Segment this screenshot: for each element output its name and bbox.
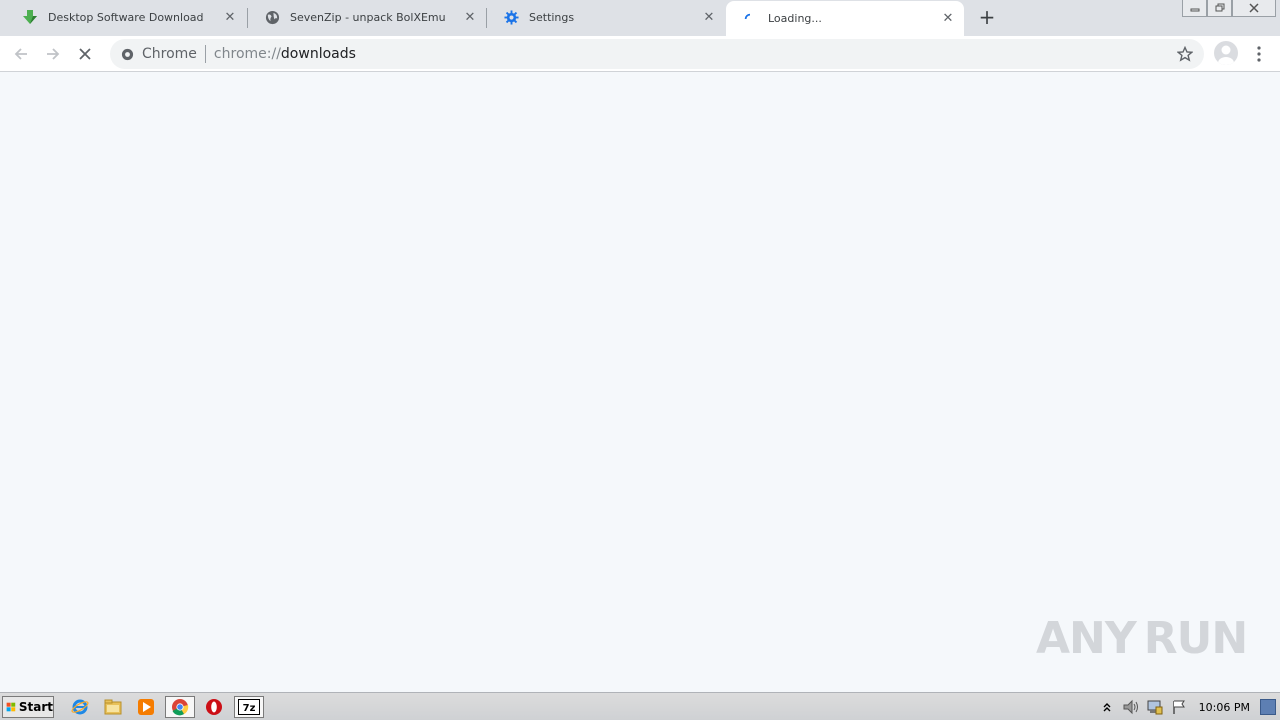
anyrun-watermark: ANY RUN	[1036, 604, 1248, 672]
url-scheme: chrome://	[213, 46, 281, 62]
close-icon[interactable]: ✕	[462, 9, 478, 25]
forward-button[interactable]	[40, 41, 66, 67]
start-button[interactable]: Start	[2, 696, 54, 718]
system-tray: 10:06 PM	[1097, 693, 1280, 720]
tab-desktop-software-download[interactable]: Desktop Software Download ✕	[6, 0, 246, 34]
close-icon[interactable]: ✕	[940, 11, 956, 27]
taskbar: Start 7z 10:06 PM	[0, 692, 1280, 720]
loading-spinner-icon	[742, 11, 758, 27]
chrome-icon[interactable]	[165, 696, 195, 718]
download-arrow-icon	[22, 9, 38, 25]
menu-kebab-icon[interactable]	[1248, 42, 1270, 66]
tab-strip: Desktop Software Download ✕ SevenZip - u…	[0, 0, 1280, 36]
show-desktop-icon[interactable]	[1260, 699, 1276, 715]
7zip-label: 7z	[243, 703, 256, 714]
taskbar-clock[interactable]: 10:06 PM	[1199, 701, 1250, 714]
tab-title: SevenZip - unpack BolXEmu	[290, 10, 446, 24]
show-hidden-icons-icon[interactable]	[1097, 697, 1117, 717]
windows-logo-icon	[6, 702, 16, 712]
back-arrow-icon	[14, 48, 27, 60]
close-icon[interactable]: ✕	[701, 9, 717, 25]
watermark-left: ANY	[1036, 612, 1137, 664]
browser-toolbar: Chrome chrome://downloads	[0, 36, 1280, 72]
bookmark-star-icon[interactable]	[1176, 45, 1194, 63]
tab-loading-active[interactable]: Loading... ✕	[726, 1, 964, 36]
tab-title: Loading...	[768, 12, 822, 25]
action-center-flag-icon[interactable]	[1169, 697, 1189, 717]
omnibox[interactable]: Chrome chrome://downloads	[110, 39, 1204, 69]
back-button[interactable]	[8, 41, 34, 67]
internet-explorer-icon[interactable]	[68, 696, 92, 718]
restore-button[interactable]	[1207, 0, 1232, 17]
gear-icon	[503, 9, 519, 25]
watermark-right: RUN	[1143, 612, 1248, 664]
opera-icon[interactable]	[202, 696, 226, 718]
new-tab-button[interactable]: +	[976, 5, 998, 29]
media-player-icon[interactable]	[134, 696, 158, 718]
profile-avatar-icon[interactable]	[1214, 41, 1238, 65]
stop-x-icon	[79, 48, 91, 60]
file-explorer-icon[interactable]	[101, 696, 125, 718]
screen: Desktop Software Download ✕ SevenZip - u…	[0, 0, 1280, 720]
network-icon[interactable]	[1145, 697, 1165, 717]
tab-sevenzip[interactable]: SevenZip - unpack BolXEmu ✕	[248, 0, 486, 34]
page-content	[0, 72, 1280, 692]
7zip-icon[interactable]: 7z	[234, 696, 264, 718]
globe-icon	[264, 9, 280, 25]
close-icon[interactable]: ✕	[222, 9, 238, 25]
url-path: downloads	[280, 46, 356, 62]
tab-settings[interactable]: Settings ✕	[487, 0, 725, 34]
tab-title: Settings	[529, 10, 575, 24]
tab-title: Desktop Software Download	[48, 10, 204, 24]
stop-loading-button[interactable]	[72, 41, 98, 67]
volume-icon[interactable]	[1121, 697, 1141, 717]
omnibox-url[interactable]: chrome://downloads	[214, 46, 356, 62]
omnibox-divider	[204, 45, 206, 63]
close-window-button[interactable]	[1232, 0, 1276, 17]
chrome-icon	[120, 47, 134, 61]
minimize-button[interactable]	[1182, 0, 1207, 17]
start-label: Start	[18, 700, 53, 714]
forward-arrow-icon	[47, 48, 60, 60]
window-controls	[1182, 0, 1276, 18]
omnibox-chip: Chrome	[142, 46, 197, 62]
